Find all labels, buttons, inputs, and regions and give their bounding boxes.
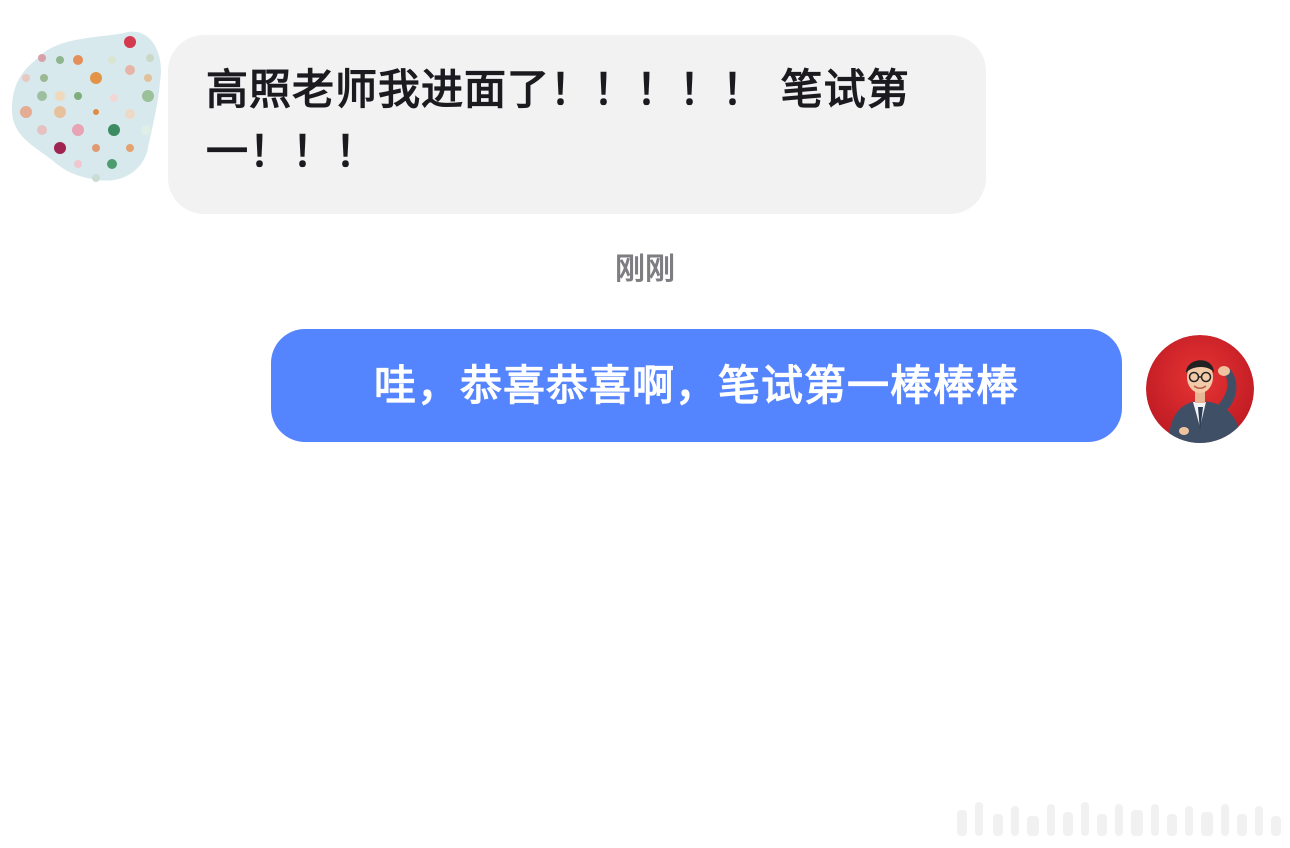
outgoing-message-bubble[interactable]: 哇，恭喜恭喜啊，笔试第一棒棒棒 xyxy=(271,329,1122,442)
watermark-pattern xyxy=(955,800,1285,838)
incoming-message-bubble[interactable]: 高照老师我进面了！！！！！ 笔试第一！！！ xyxy=(168,35,986,214)
sender-avatar[interactable] xyxy=(10,30,162,182)
message-timestamp: 刚刚 xyxy=(615,252,675,287)
polka-dot-avatar-image xyxy=(12,31,161,182)
self-avatar[interactable] xyxy=(1146,335,1254,443)
teacher-photo-avatar-image xyxy=(1146,335,1254,443)
